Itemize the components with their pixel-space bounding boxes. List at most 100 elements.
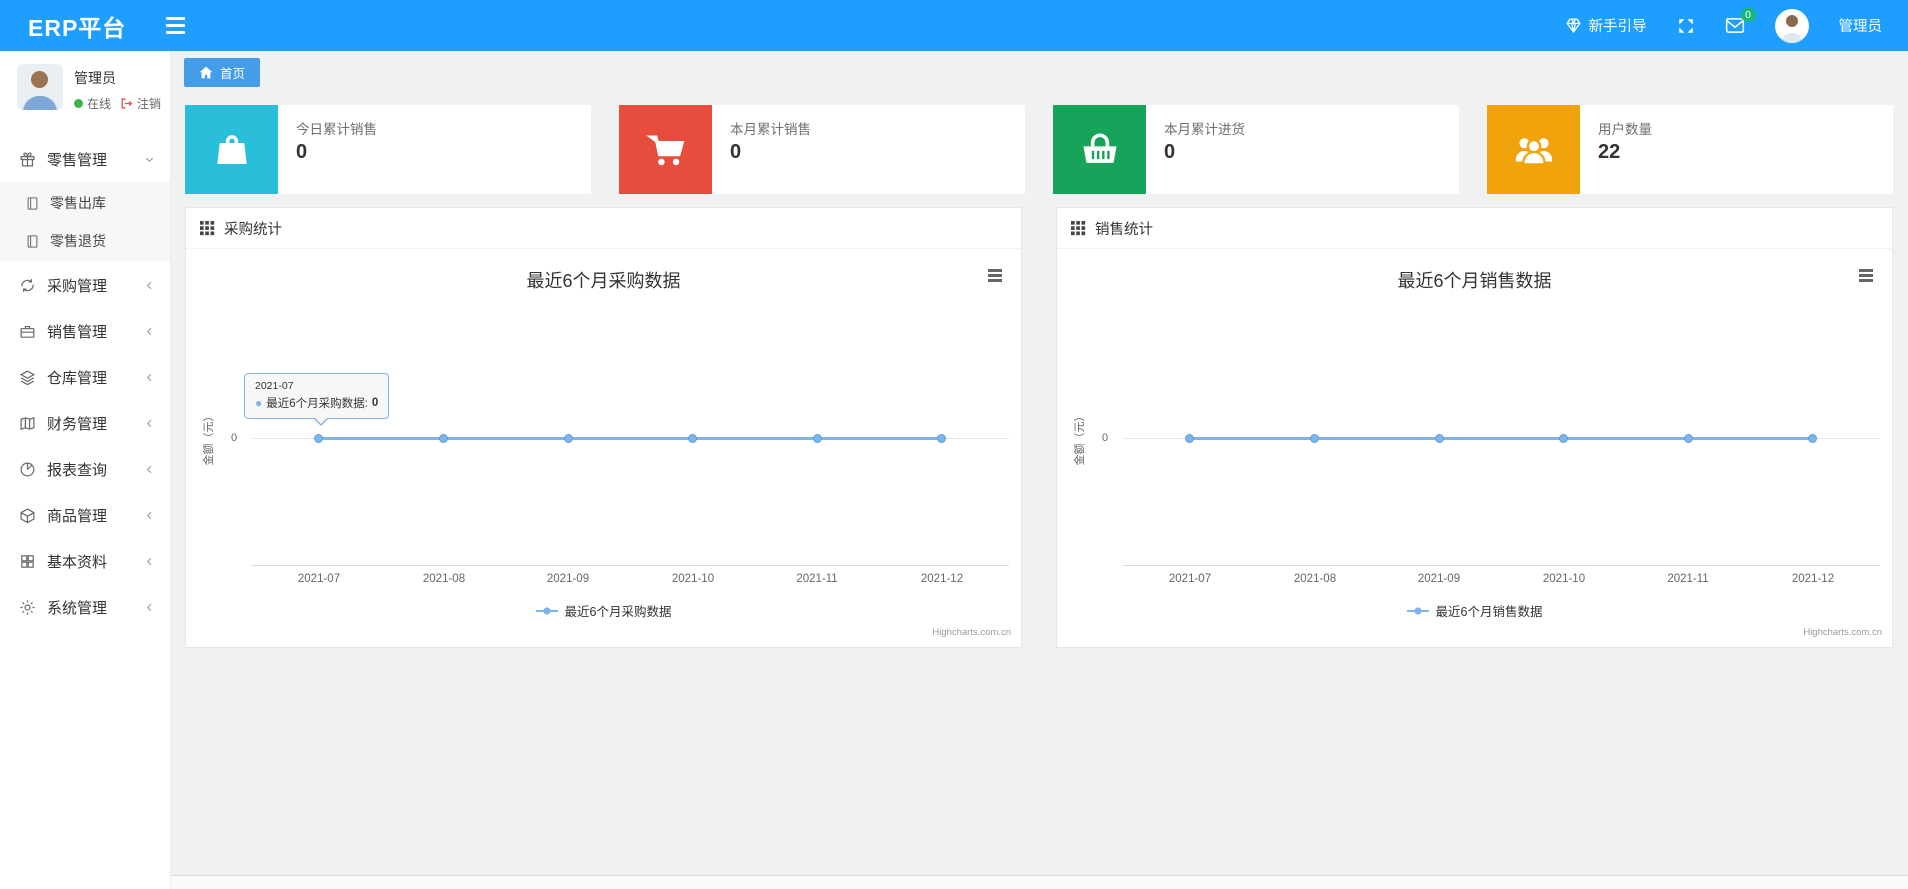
sidebar-item-basic-data[interactable]: 基本资料 xyxy=(0,538,170,584)
chart-context-menu-button[interactable] xyxy=(985,266,1005,285)
sales-stats-panel: 销售统计 最近6个月销售数据 金额（元） 0 2021-07 2021-08 2… xyxy=(1056,207,1893,648)
th-grid-icon xyxy=(1071,220,1086,236)
online-status-label: 在线 xyxy=(87,97,112,111)
sidebar-item-sales[interactable]: 销售管理 xyxy=(0,308,170,354)
chevron-left-icon xyxy=(144,372,155,383)
fullscreen-button[interactable] xyxy=(1677,17,1695,35)
sidebar-item-label: 采购管理 xyxy=(47,277,108,295)
x-axis-tick: 2021-11 xyxy=(1667,573,1709,585)
x-axis-tick: 2021-08 xyxy=(422,573,466,585)
series-line xyxy=(319,437,942,440)
legend-label: 最近6个月采购数据 xyxy=(564,605,672,619)
card-value: 0 xyxy=(730,141,742,163)
messages-button[interactable]: 0 xyxy=(1725,8,1756,34)
sidebar-toggle-icon[interactable] xyxy=(166,17,186,34)
guide-label: 新手引导 xyxy=(1588,19,1647,35)
sidebar-item-reports[interactable]: 报表查询 xyxy=(0,446,170,492)
sidebar-item-system[interactable]: 系统管理 xyxy=(0,584,170,630)
y-axis-tick: 0 xyxy=(1101,432,1109,444)
sidebar-item-label: 零售出库 xyxy=(50,195,106,211)
x-axis-tick: 2021-09 xyxy=(1417,573,1461,585)
x-axis-tick: 2021-10 xyxy=(1542,573,1586,585)
x-axis-tick: 2021-07 xyxy=(1168,573,1212,585)
sidebar-item-finance[interactable]: 财务管理 xyxy=(0,400,170,446)
x-axis-tick: 2021-08 xyxy=(1293,573,1337,585)
sidebar-item-label: 财务管理 xyxy=(47,415,108,433)
x-axis-tick: 2021-11 xyxy=(796,573,838,585)
card-user-count[interactable]: 用户数量 22 xyxy=(1487,105,1893,194)
sidebar: 管理员 在线 注销 零售管理 零售出库 零售退货 采购管理 销售管理 仓库管理 … xyxy=(0,51,171,889)
x-axis-tick: 2021-10 xyxy=(671,573,715,585)
data-point[interactable] xyxy=(1435,434,1444,443)
chevron-left-icon xyxy=(144,326,155,337)
chart-context-menu-button[interactable] xyxy=(1856,266,1876,285)
sidebar-item-retail-outbound[interactable]: 零售出库 xyxy=(0,184,170,222)
map-icon xyxy=(19,415,36,432)
card-value: 0 xyxy=(1164,141,1176,163)
tooltip-series-dot: ● xyxy=(255,396,263,410)
data-point[interactable] xyxy=(1310,434,1319,443)
sidebar-item-purchase[interactable]: 采购管理 xyxy=(0,262,170,308)
sidebar-item-retail-return[interactable]: 零售退货 xyxy=(0,222,170,260)
sidebar-item-retail[interactable]: 零售管理 xyxy=(0,136,170,182)
username-label[interactable]: 管理员 xyxy=(1839,15,1883,36)
chevron-left-icon xyxy=(144,464,155,475)
y-axis-title: 金额（元） xyxy=(203,410,215,466)
sidebar-item-label: 销售管理 xyxy=(47,323,108,341)
envelope-icon xyxy=(1725,17,1745,34)
chevron-left-icon xyxy=(144,510,155,521)
data-point[interactable] xyxy=(937,434,946,443)
panel-title: 销售统计 xyxy=(1095,221,1153,238)
top-navbar: ERP平台 新手引导 0 管理员 xyxy=(0,0,1908,51)
shopping-bag-icon xyxy=(185,105,278,194)
gear-icon xyxy=(19,599,36,616)
chart-legend[interactable]: 最近6个月采购数据 xyxy=(186,601,1021,620)
x-axis-tick: 2021-12 xyxy=(920,573,964,585)
data-point[interactable] xyxy=(564,434,573,443)
briefcase-icon xyxy=(19,323,36,340)
sidebar-avatar[interactable] xyxy=(17,64,63,110)
sidebar-item-products[interactable]: 商品管理 xyxy=(0,492,170,538)
card-month-purchases[interactable]: 本月累计进货 0 xyxy=(1053,105,1459,194)
users-icon xyxy=(1487,105,1580,194)
x-axis-tick: 2021-09 xyxy=(546,573,590,585)
sidebar-item-label: 商品管理 xyxy=(47,507,108,525)
chevron-left-icon xyxy=(144,556,155,567)
content-bottom-strip xyxy=(171,875,1908,889)
data-point[interactable] xyxy=(813,434,822,443)
card-label: 今日累计销售 xyxy=(296,122,377,137)
logout-link[interactable]: 注销 xyxy=(137,95,161,112)
y-axis-title: 金额（元） xyxy=(1074,410,1086,466)
data-point[interactable] xyxy=(1684,434,1693,443)
home-icon xyxy=(199,66,213,79)
purchase-chart: 最近6个月采购数据 金额（元） 0 2021-07 2021-08 2021-0… xyxy=(186,249,1021,647)
retail-submenu: 零售出库 零售退货 xyxy=(0,182,170,262)
chart-title: 最近6个月销售数据 xyxy=(1397,271,1552,291)
grid-icon xyxy=(19,553,36,570)
highcharts-credit-link[interactable]: Highcharts.com.cn xyxy=(1803,627,1882,638)
gem-icon xyxy=(1565,17,1582,34)
data-point[interactable] xyxy=(1808,434,1817,443)
chart-tooltip: 2021-07 ● 最近6个月采购数据: 0 xyxy=(244,373,390,426)
tooltip-series-label: 最近6个月采购数据: xyxy=(266,398,368,410)
user-avatar[interactable] xyxy=(1774,8,1809,43)
data-point[interactable] xyxy=(314,434,323,443)
data-point[interactable] xyxy=(1559,434,1568,443)
chart-legend[interactable]: 最近6个月销售数据 xyxy=(1057,601,1892,620)
sidebar-menu: 零售管理 零售出库 零售退货 采购管理 销售管理 仓库管理 财务管理 报表查询 … xyxy=(0,136,170,630)
card-today-sales[interactable]: 今日累计销售 0 xyxy=(185,105,591,194)
x-axis-tick: 2021-12 xyxy=(1791,573,1835,585)
guide-button[interactable]: 新手引导 xyxy=(1565,15,1647,36)
highcharts-credit-link[interactable]: Highcharts.com.cn xyxy=(932,627,1011,638)
sidebar-item-label: 仓库管理 xyxy=(47,369,108,387)
sidebar-item-label: 基本资料 xyxy=(47,553,108,571)
sidebar-item-label: 零售管理 xyxy=(47,151,108,169)
card-month-sales[interactable]: 本月累计销售 0 xyxy=(619,105,1025,194)
data-point[interactable] xyxy=(1185,434,1194,443)
data-point[interactable] xyxy=(688,434,697,443)
tab-home[interactable]: 首页 xyxy=(184,58,261,87)
sidebar-item-warehouse[interactable]: 仓库管理 xyxy=(0,354,170,400)
card-label: 用户数量 xyxy=(1598,122,1652,137)
data-point[interactable] xyxy=(439,434,448,443)
sales-chart: 最近6个月销售数据 金额（元） 0 2021-07 2021-08 2021-0… xyxy=(1057,249,1892,647)
